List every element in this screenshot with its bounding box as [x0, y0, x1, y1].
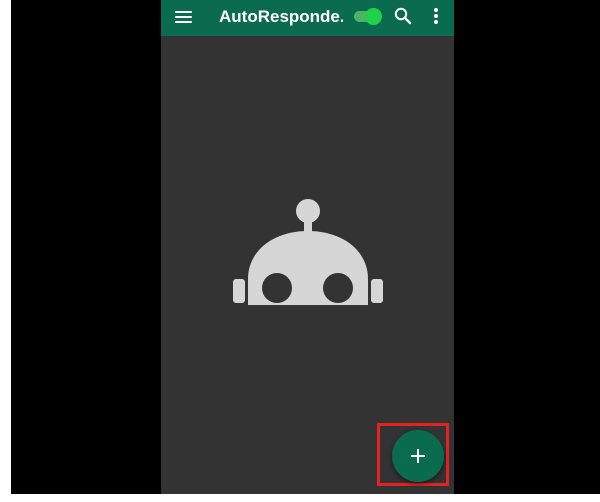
search-icon[interactable] [393, 6, 413, 26]
add-rule-button[interactable] [392, 430, 444, 482]
service-toggle[interactable] [354, 8, 382, 25]
more-vert-icon[interactable] [429, 6, 443, 26]
hamburger-menu-icon[interactable] [175, 8, 193, 28]
screenshot-frame: AutoResponde... [0, 0, 600, 502]
phone-screen: AutoResponde... [161, 0, 454, 494]
app-bar: AutoResponde... [161, 0, 454, 36]
robot-icon [233, 199, 383, 309]
app-title: AutoResponde... [219, 7, 343, 26]
toggle-thumb [365, 8, 382, 25]
